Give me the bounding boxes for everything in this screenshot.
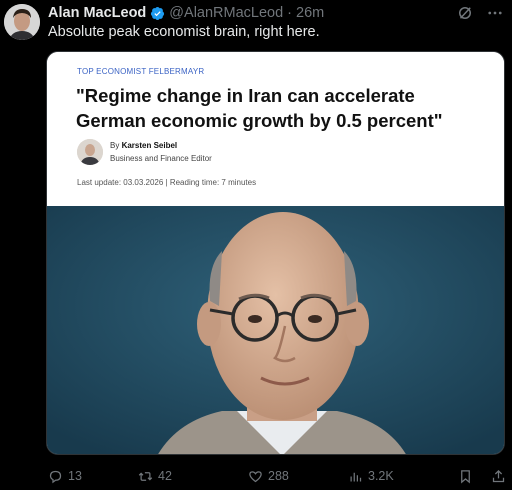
article-photo <box>47 206 504 454</box>
more-options-icon[interactable] <box>486 4 504 22</box>
heart-icon <box>249 470 262 482</box>
views-chart-icon <box>350 472 362 481</box>
article-screenshot: TOP ECONOMIST FELBERMAYR "Regime change … <box>47 52 504 206</box>
share-icon <box>492 469 505 482</box>
author-name[interactable]: Alan MacLeod <box>48 5 146 21</box>
grok-icon[interactable] <box>456 4 474 22</box>
views-button[interactable]: 3.2K <box>348 469 458 484</box>
view-count: 3.2K <box>368 469 394 483</box>
like-count: 288 <box>268 469 289 483</box>
article-author-photo <box>77 139 103 165</box>
author-handle-time[interactable]: @AlanRMacLeod · 26m <box>169 5 324 21</box>
avatar-portrait-icon <box>4 4 40 40</box>
portrait-photo-icon <box>47 206 504 454</box>
reply-count: 13 <box>68 469 82 483</box>
tweet-header: Alan MacLeod @AlanRMacLeod · 26m <box>48 4 504 22</box>
article-author-role: Business and Finance Editor <box>110 154 212 163</box>
article-byline: By Karsten Seibel <box>110 141 177 150</box>
author-avatar[interactable] <box>4 4 40 40</box>
byline-prefix: By <box>110 141 120 150</box>
article-kicker: TOP ECONOMIST FELBERMAYR <box>77 67 205 76</box>
media-card[interactable]: TOP ECONOMIST FELBERMAYR "Regime change … <box>46 51 505 455</box>
article-meta: Last update: 03.03.2026 | Reading time: … <box>77 178 257 187</box>
tweet-actions: 13 42 288 3.2K <box>48 466 506 486</box>
article-headline: "Regime change in Iran can accelerate Ge… <box>76 85 443 131</box>
reply-icon <box>49 470 62 483</box>
retweet-icon <box>138 471 153 481</box>
retweet-button[interactable]: 42 <box>138 469 248 484</box>
tweet-text: Absolute peak economist brain, right her… <box>48 24 320 40</box>
share-button[interactable] <box>491 469 506 484</box>
reply-button[interactable]: 13 <box>48 469 138 484</box>
bookmark-button[interactable] <box>458 469 473 484</box>
verified-badge-icon <box>151 6 165 20</box>
retweet-count: 42 <box>158 469 172 483</box>
like-button[interactable]: 288 <box>248 469 348 484</box>
bookmark-icon <box>461 469 470 483</box>
article-author: Karsten Seibel <box>121 141 178 150</box>
author-portrait-icon <box>77 139 103 165</box>
